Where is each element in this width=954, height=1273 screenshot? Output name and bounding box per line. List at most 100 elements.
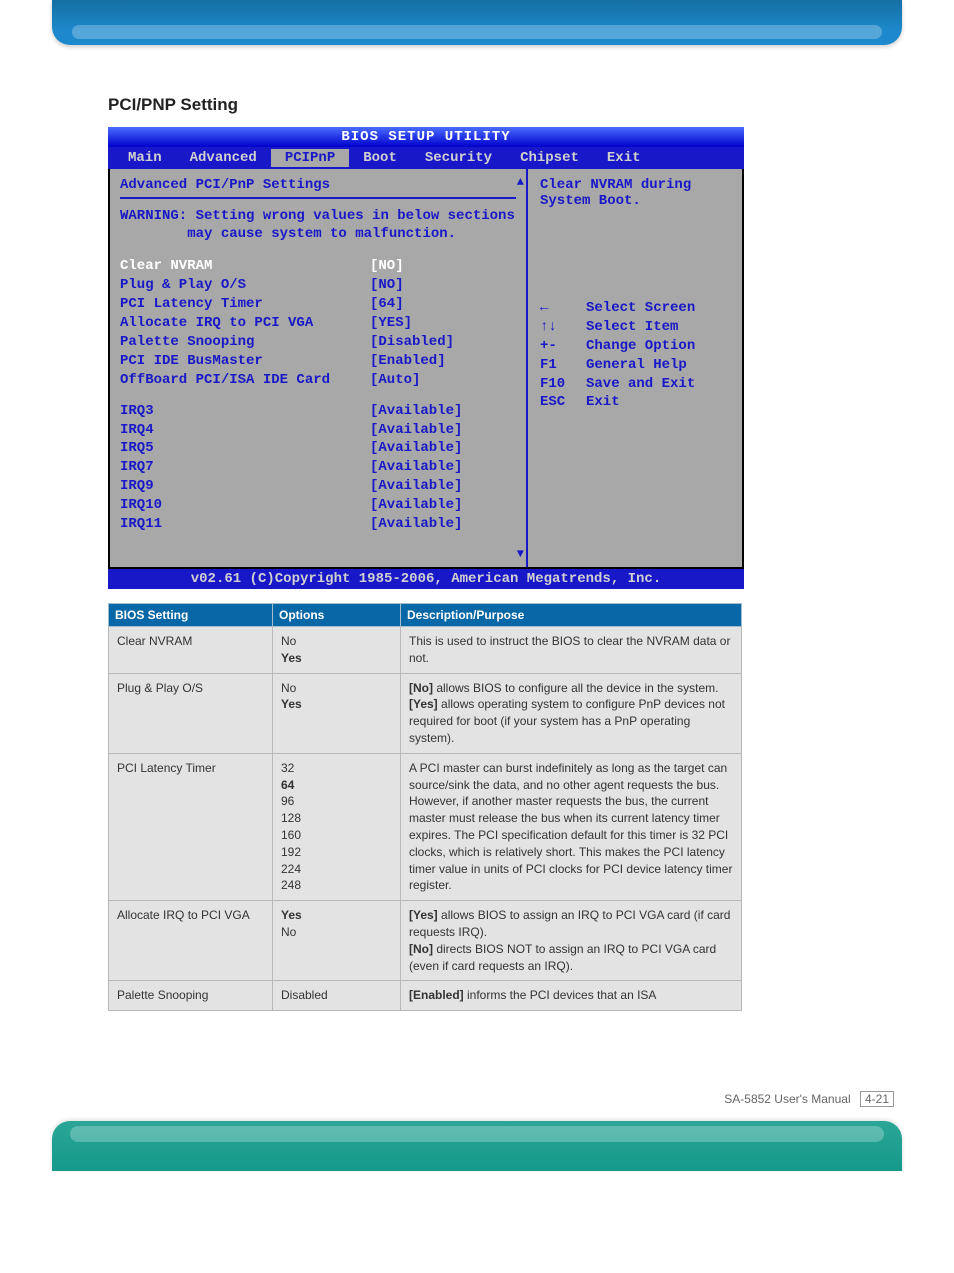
help-text: General Help [586, 356, 687, 375]
bios-irq-row[interactable]: IRQ5[Available] [120, 439, 516, 458]
bios-irq-row[interactable]: IRQ11[Available] [120, 515, 516, 534]
options-table: BIOS Setting Options Description/Purpose… [108, 603, 742, 1011]
table-row: Allocate IRQ to PCI VGAYesNo[Yes] allows… [109, 901, 742, 981]
help-text: Exit [586, 393, 620, 412]
cell-setting: Clear NVRAM [109, 627, 273, 674]
bios-setting-row[interactable]: OffBoard PCI/ISA IDE Card[Auto] [120, 371, 516, 390]
help-key-row: F1General Help [540, 356, 730, 375]
row-label: Clear NVRAM [120, 257, 370, 276]
row-value: [NO] [370, 257, 404, 276]
cell-setting: Allocate IRQ to PCI VGA [109, 901, 273, 981]
bios-irq-row[interactable]: IRQ4[Available] [120, 421, 516, 440]
bios-setting-row[interactable]: Palette Snooping[Disabled] [120, 333, 516, 352]
bios-setting-row[interactable]: Clear NVRAM[NO] [120, 257, 516, 276]
bios-menu-item[interactable]: Security [411, 149, 506, 167]
cell-description: [No] allows BIOS to configure all the de… [401, 673, 742, 753]
bios-title-bar: BIOS SETUP UTILITY [108, 127, 744, 147]
cell-options: YesNo [273, 901, 401, 981]
scroll-up-icon[interactable]: ▲ [517, 175, 524, 189]
bios-irq-row[interactable]: IRQ7[Available] [120, 458, 516, 477]
top-banner [52, 0, 902, 45]
help-key-row: ←Select Screen [540, 299, 730, 318]
bottom-banner [52, 1121, 902, 1171]
section-title: PCI/PNP Setting [108, 95, 902, 115]
cell-options: NoYes [273, 673, 401, 753]
help-key: +- [540, 337, 586, 356]
row-label: Plug & Play O/S [120, 276, 370, 295]
help-key: F10 [540, 375, 586, 394]
help-text: Select Item [586, 318, 678, 337]
row-value: [YES] [370, 314, 412, 333]
bios-menu-item[interactable]: Chipset [506, 149, 593, 167]
cell-options: Disabled [273, 981, 401, 1011]
bios-irq-row[interactable]: IRQ9[Available] [120, 477, 516, 496]
help-text: Change Option [586, 337, 695, 356]
row-value: [Enabled] [370, 352, 446, 371]
row-value: [64] [370, 295, 404, 314]
row-label: Palette Snooping [120, 333, 370, 352]
row-label: IRQ4 [120, 421, 370, 440]
table-row: Clear NVRAMNoYesThis is used to instruct… [109, 627, 742, 674]
help-key-row: ESCExit [540, 393, 730, 412]
help-key-row: +-Change Option [540, 337, 730, 356]
row-label: PCI IDE BusMaster [120, 352, 370, 371]
row-value: [Disabled] [370, 333, 454, 352]
cell-options: NoYes [273, 627, 401, 674]
row-label: OffBoard PCI/ISA IDE Card [120, 371, 370, 390]
bios-irq-row[interactable]: IRQ3[Available] [120, 402, 516, 421]
help-text: Save and Exit [586, 375, 695, 394]
help-title: Clear NVRAM during System Boot. [540, 177, 730, 209]
bios-setting-row[interactable]: PCI IDE BusMaster[Enabled] [120, 352, 516, 371]
bios-irq-row[interactable]: IRQ10[Available] [120, 496, 516, 515]
help-key: ← [540, 299, 586, 318]
cell-description: [Enabled] informs the PCI devices that a… [401, 981, 742, 1011]
divider [120, 197, 516, 199]
row-value: [Auto] [370, 371, 420, 390]
row-label: IRQ3 [120, 402, 370, 421]
bios-setting-row[interactable]: Allocate IRQ to PCI VGA[YES] [120, 314, 516, 333]
help-key: F1 [540, 356, 586, 375]
cell-setting: Palette Snooping [109, 981, 273, 1011]
page-label: SA-5852 User's Manual [724, 1092, 850, 1106]
th-options: Options [273, 604, 401, 627]
row-value: [Available] [370, 439, 462, 458]
bios-menu-item[interactable]: Main [114, 149, 176, 167]
help-key: ↑↓ [540, 318, 586, 337]
row-value: [Available] [370, 421, 462, 440]
row-value: [Available] [370, 477, 462, 496]
pane-heading: Advanced PCI/PnP Settings [120, 177, 516, 193]
row-label: IRQ11 [120, 515, 370, 534]
row-value: [Available] [370, 515, 462, 534]
bios-footer: v02.61 (C)Copyright 1985-2006, American … [108, 569, 744, 589]
cell-options: 326496128160192224248 [273, 753, 401, 900]
scroll-down-icon[interactable]: ▼ [517, 547, 524, 561]
bios-help-keys: ←Select Screen↑↓Select Item+-Change Opti… [540, 299, 730, 412]
row-value: [NO] [370, 276, 404, 295]
bios-setting-row[interactable]: Plug & Play O/S[NO] [120, 276, 516, 295]
bios-body: ▲ Advanced PCI/PnP Settings WARNING: Set… [108, 169, 744, 569]
cell-setting: PCI Latency Timer [109, 753, 273, 900]
bios-setting-row[interactable]: PCI Latency Timer[64] [120, 295, 516, 314]
row-value: [Available] [370, 402, 462, 421]
table-row: PCI Latency Timer326496128160192224248A … [109, 753, 742, 900]
row-label: IRQ10 [120, 496, 370, 515]
bios-menu-item[interactable]: Advanced [176, 149, 271, 167]
row-label: IRQ5 [120, 439, 370, 458]
bios-menu-item[interactable]: Boot [349, 149, 411, 167]
th-desc: Description/Purpose [401, 604, 742, 627]
bios-menu-item[interactable]: PCIPnP [271, 149, 349, 167]
bios-warning: WARNING: Setting wrong values in below s… [120, 207, 516, 243]
cell-description: [Yes] allows BIOS to assign an IRQ to PC… [401, 901, 742, 981]
cell-description: A PCI master can burst indefinitely as l… [401, 753, 742, 900]
bios-menu-bar: MainAdvancedPCIPnPBootSecurityChipsetExi… [108, 147, 744, 169]
row-label: IRQ9 [120, 477, 370, 496]
bios-menu-item[interactable]: Exit [593, 149, 655, 167]
table-row: Plug & Play O/SNoYes[No] allows BIOS to … [109, 673, 742, 753]
page-number: 4-21 [860, 1091, 894, 1107]
help-text: Select Screen [586, 299, 695, 318]
page-content: PCI/PNP Setting BIOS SETUP UTILITY MainA… [0, 45, 954, 1051]
table-header-row: BIOS Setting Options Description/Purpose [109, 604, 742, 627]
th-setting: BIOS Setting [109, 604, 273, 627]
help-key-row: F10Save and Exit [540, 375, 730, 394]
help-key-row: ↑↓Select Item [540, 318, 730, 337]
